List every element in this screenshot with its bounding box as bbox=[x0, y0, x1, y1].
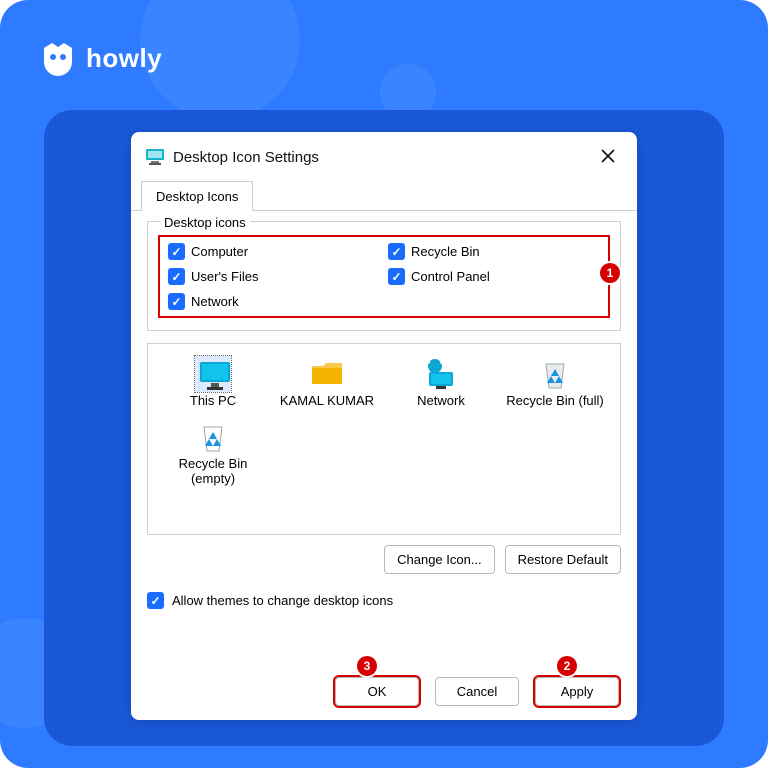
checkbox-label: Allow themes to change desktop icons bbox=[172, 593, 393, 608]
icon-label: Network bbox=[417, 394, 465, 409]
checkbox-computer[interactable]: ✓ Computer bbox=[168, 243, 380, 260]
howly-frame: howly Desktop Icon Settings bbox=[0, 0, 768, 768]
titlebar: Desktop Icon Settings bbox=[131, 132, 637, 178]
brand-name: howly bbox=[86, 43, 162, 74]
checkbox-label: User's Files bbox=[191, 269, 259, 284]
monitor-icon bbox=[145, 147, 165, 167]
ok-button[interactable]: OK bbox=[335, 677, 419, 706]
checkbox-users-files[interactable]: ✓ User's Files bbox=[168, 268, 380, 285]
checkbox-network[interactable]: ✓ Network bbox=[168, 293, 380, 310]
icon-preview-pane: This PC KAMAL KUMAR bbox=[147, 343, 621, 535]
checkbox-control-panel[interactable]: ✓ Control Panel bbox=[388, 268, 600, 285]
restore-default-button[interactable]: Restore Default bbox=[505, 545, 621, 574]
icon-this-pc[interactable]: This PC bbox=[156, 356, 270, 409]
desktop-icons-group: Desktop icons ✓ Computer ✓ Recycle Bin bbox=[147, 221, 621, 331]
check-icon: ✓ bbox=[168, 293, 185, 310]
icon-action-row: Change Icon... Restore Default bbox=[147, 545, 621, 574]
checkbox-label: Computer bbox=[191, 244, 248, 259]
dialog-button-row: OK Cancel Apply bbox=[131, 677, 637, 706]
button-label: Cancel bbox=[457, 684, 497, 699]
screenshot-panel: Desktop Icon Settings Desktop Icons Desk… bbox=[44, 110, 724, 746]
tab-label: Desktop Icons bbox=[156, 189, 238, 204]
tab-desktop-icons[interactable]: Desktop Icons bbox=[141, 181, 253, 211]
desktop-icon-settings-dialog: Desktop Icon Settings Desktop Icons Desk… bbox=[131, 132, 637, 720]
owl-logo-icon bbox=[40, 40, 76, 76]
folder-icon bbox=[309, 356, 345, 392]
step-marker-2: 2 bbox=[557, 656, 577, 676]
dialog-body: Desktop icons ✓ Computer ✓ Recycle Bin bbox=[131, 211, 637, 621]
tab-row: Desktop Icons bbox=[131, 180, 637, 211]
check-icon: ✓ bbox=[388, 268, 405, 285]
checkbox-allow-themes[interactable]: ✓ Allow themes to change desktop icons bbox=[147, 592, 621, 609]
check-icon: ✓ bbox=[168, 243, 185, 260]
recycle-bin-empty-icon bbox=[195, 419, 231, 455]
group-label: Desktop icons bbox=[160, 215, 250, 230]
step-marker-1: 1 bbox=[600, 263, 620, 283]
icon-label: KAMAL KUMAR bbox=[280, 394, 374, 409]
network-icon bbox=[423, 356, 459, 392]
button-label: OK bbox=[368, 684, 387, 699]
close-button[interactable] bbox=[593, 144, 623, 170]
brand: howly bbox=[40, 40, 162, 76]
change-icon-button[interactable]: Change Icon... bbox=[384, 545, 495, 574]
apply-button[interactable]: Apply bbox=[535, 677, 619, 706]
icon-recycle-bin-empty[interactable]: Recycle Bin (empty) bbox=[156, 419, 270, 487]
checkbox-label: Control Panel bbox=[411, 269, 490, 284]
step-marker-3: 3 bbox=[357, 656, 377, 676]
button-label: Change Icon... bbox=[397, 552, 482, 567]
icon-label: This PC bbox=[190, 394, 236, 409]
dialog-title: Desktop Icon Settings bbox=[173, 149, 319, 166]
icon-label: Recycle Bin (empty) bbox=[156, 457, 270, 487]
check-icon: ✓ bbox=[168, 268, 185, 285]
icon-label: Recycle Bin (full) bbox=[506, 394, 604, 409]
checkbox-label: Network bbox=[191, 294, 239, 309]
button-label: Apply bbox=[561, 684, 594, 699]
check-icon: ✓ bbox=[388, 243, 405, 260]
checkbox-label: Recycle Bin bbox=[411, 244, 480, 259]
button-label: Restore Default bbox=[518, 552, 608, 567]
checkbox-area-highlight: ✓ Computer ✓ Recycle Bin ✓ User's Files bbox=[158, 235, 610, 318]
bg-decoration bbox=[140, 0, 300, 120]
icon-user-folder[interactable]: KAMAL KUMAR bbox=[270, 356, 384, 409]
cancel-button[interactable]: Cancel bbox=[435, 677, 519, 706]
check-icon: ✓ bbox=[147, 592, 164, 609]
icon-recycle-bin-full[interactable]: Recycle Bin (full) bbox=[498, 356, 612, 409]
recycle-bin-full-icon bbox=[537, 356, 573, 392]
checkbox-recycle-bin[interactable]: ✓ Recycle Bin bbox=[388, 243, 600, 260]
icon-network[interactable]: Network bbox=[384, 356, 498, 409]
monitor-icon bbox=[195, 356, 231, 392]
